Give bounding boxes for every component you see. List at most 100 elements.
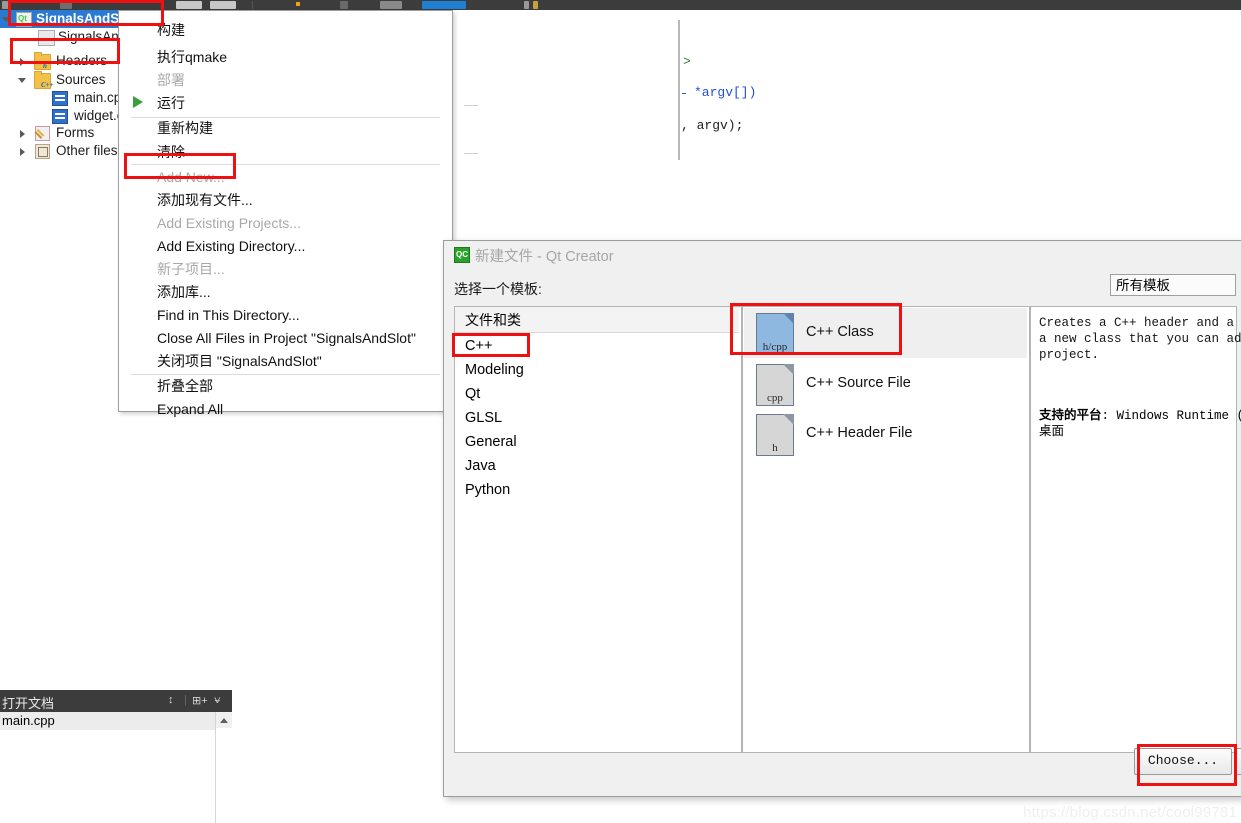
- folder-h-icon: h: [34, 52, 51, 70]
- qt-creator-icon: [454, 247, 470, 263]
- window-icon[interactable]: [210, 1, 236, 9]
- toolbar-separator: [252, 1, 253, 9]
- menu-item-run-qmake[interactable]: 执行qmake: [119, 46, 452, 69]
- category-item-qt[interactable]: Qt: [455, 382, 739, 406]
- file-extension-label: cpp: [767, 392, 783, 404]
- build-icon[interactable]: [296, 2, 300, 6]
- top-toolbar: [0, 0, 1241, 10]
- category-item-cpp[interactable]: C++: [455, 334, 739, 358]
- open-documents-header: 打开文档 ↕ | ⊞+ ⍱: [0, 690, 232, 712]
- editor-fold-line: [464, 153, 478, 154]
- split-view-icon[interactable]: ⊞+: [192, 694, 208, 707]
- dialog-titlebar: 新建文件 - Qt Creator: [444, 241, 1241, 267]
- template-panel[interactable]: h/cpp C++ Class cpp C++ Source File h C+…: [742, 306, 1030, 753]
- menu-item-run[interactable]: 运行: [119, 92, 452, 115]
- menu-icon[interactable]: [2, 1, 11, 9]
- menu-item-collapse-all[interactable]: 折叠全部: [119, 375, 452, 398]
- menu-item-close-all-files[interactable]: Close All Files in Project "SignalsAndSl…: [119, 327, 452, 350]
- template-label: C++ Class: [806, 324, 874, 340]
- project-context-menu[interactable]: 构建 执行qmake 部署 运行 重新构建 清除 Add New... 添加现有…: [118, 10, 453, 417]
- template-label: C++ Source File: [806, 375, 911, 391]
- watermark-text: https://blog.csdn.net/cool99781: [1023, 804, 1237, 821]
- editor-code-marker: >: [683, 54, 691, 69]
- cpp-source-file-icon: cpp: [756, 364, 794, 406]
- menu-item-add-existing-directory[interactable]: Add Existing Directory...: [119, 235, 452, 258]
- dialog-subtitle: 选择一个模板:: [454, 281, 542, 297]
- file-extension-label: h/cpp: [762, 341, 788, 353]
- template-item-cpp-class[interactable]: h/cpp C++ Class: [744, 308, 1027, 358]
- supported-platforms: 支持的平台: Windows Runtime ( 桌面: [1039, 407, 1241, 440]
- qt-project-icon: [16, 12, 32, 27]
- menu-separator: [131, 164, 440, 165]
- editor-fold-line: [464, 105, 478, 106]
- chevron-down-icon[interactable]: [2, 10, 12, 28]
- chevron-right-icon[interactable]: [18, 142, 28, 160]
- window-icon[interactable]: [176, 1, 202, 9]
- category-item-general[interactable]: General: [455, 430, 739, 454]
- template-label: C++ Header File: [806, 425, 913, 441]
- cancel-button[interactable]: [1235, 748, 1241, 775]
- cpp-file-icon: [52, 91, 68, 106]
- run-icon[interactable]: [340, 1, 348, 9]
- sidebar-item-label: Sources: [56, 72, 106, 87]
- chevron-right-icon[interactable]: [18, 124, 28, 142]
- header-separator: |: [184, 694, 187, 706]
- search-icon[interactable]: [524, 1, 529, 9]
- menu-item-add-existing-projects: Add Existing Projects...: [157, 215, 301, 231]
- debug-icon[interactable]: [380, 1, 402, 9]
- file-extension-label: h: [772, 442, 778, 454]
- other-files-icon: [35, 144, 50, 159]
- open-documents-scrollbar[interactable]: [215, 712, 232, 823]
- open-documents-title: 打开文档: [2, 696, 55, 711]
- template-description: Creates a C++ header and a source a new …: [1039, 316, 1241, 362]
- chevron-down-icon[interactable]: [18, 71, 28, 89]
- cpp-class-file-icon: h/cpp: [756, 313, 794, 355]
- folder-forms-icon: [35, 126, 50, 141]
- sidebar-item-label: Forms: [56, 125, 95, 140]
- menu-item-add-existing-files[interactable]: 添加现有文件...: [119, 189, 452, 212]
- sort-updown-icon[interactable]: ↕: [168, 694, 174, 706]
- qt-pro-file-icon: [38, 30, 55, 46]
- sidebar-item-label: SignalsAnd: [58, 29, 127, 44]
- editor-code-line: , argv);: [681, 118, 744, 133]
- sidebar-item-label: Other files: [56, 143, 118, 158]
- dialog-title: 新建文件 - Qt Creator: [475, 249, 614, 265]
- menu-item-deploy: 部署: [157, 72, 185, 88]
- folder-cpp-icon: C++: [34, 71, 54, 89]
- sidebar-item-label: Headers: [56, 53, 108, 68]
- close-split-icon[interactable]: ⍱: [214, 694, 221, 707]
- cpp-header-file-icon: h: [756, 414, 794, 456]
- editor-code-marker: -: [680, 86, 688, 101]
- kit-selector[interactable]: [422, 1, 466, 9]
- description-panel: Creates a C++ header and a source a new …: [1030, 306, 1241, 753]
- menu-item-clean[interactable]: 清除: [119, 141, 452, 164]
- sidebar-item-label: widget.c: [74, 108, 124, 123]
- category-panel[interactable]: 文件和类 C++ Modeling Qt GLSL General Java P…: [454, 306, 742, 753]
- menu-item-rebuild[interactable]: 重新构建: [119, 117, 452, 140]
- category-item-modeling[interactable]: Modeling: [455, 358, 739, 382]
- category-item-java[interactable]: Java: [455, 454, 739, 478]
- list-item[interactable]: main.cpp: [0, 712, 217, 730]
- menu-item-build[interactable]: 构建: [119, 19, 452, 42]
- category-item-glsl[interactable]: GLSL: [455, 406, 739, 430]
- category-header: 文件和类: [455, 307, 739, 333]
- supported-platforms-label: 支持的平台: [1039, 408, 1102, 422]
- window-icon[interactable]: [60, 1, 72, 9]
- category-item-python[interactable]: Python: [455, 478, 739, 502]
- menu-item-add-new: Add New...: [157, 169, 225, 185]
- menu-item-find-in-directory[interactable]: Find in This Directory...: [119, 304, 452, 327]
- search-icon[interactable]: [533, 1, 538, 9]
- template-filter-select[interactable]: 所有模板: [1110, 274, 1236, 296]
- menu-item-expand-all[interactable]: Expand All: [119, 398, 452, 421]
- open-documents-list[interactable]: main.cpp: [0, 712, 233, 823]
- template-item-cpp-source[interactable]: cpp C++ Source File: [744, 359, 1027, 409]
- scroll-up-icon[interactable]: [216, 712, 232, 728]
- editor-code-line: *argv[]): [694, 85, 757, 100]
- menu-item-add-library[interactable]: 添加库...: [119, 281, 452, 304]
- chevron-right-icon[interactable]: [18, 52, 28, 70]
- template-item-cpp-header[interactable]: h C++ Header File: [744, 409, 1027, 459]
- cpp-file-icon: [52, 109, 68, 124]
- new-file-dialog[interactable]: 新建文件 - Qt Creator 选择一个模板: 所有模板 文件和类 C++ …: [443, 240, 1241, 797]
- choose-button[interactable]: Choose...: [1134, 748, 1232, 775]
- menu-item-close-project[interactable]: 关闭项目 "SignalsAndSlot": [119, 350, 452, 373]
